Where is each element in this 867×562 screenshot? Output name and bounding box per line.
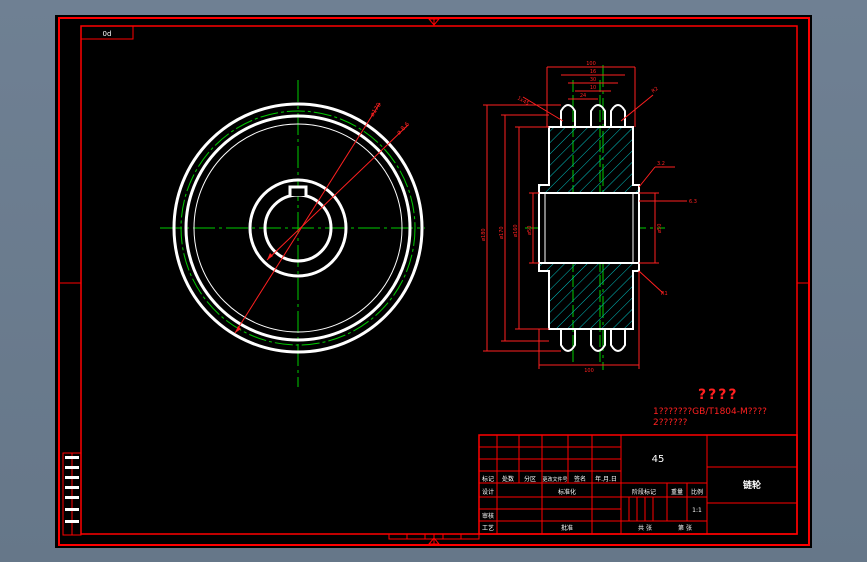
title-label-sign: 签名 (574, 475, 586, 483)
title-label-change: 更改文件号 (542, 476, 567, 483)
dim-dia-bore-right: ø50 (657, 224, 663, 233)
sheet-inner-border (80, 25, 798, 535)
title-standardize: 标准化 (558, 488, 576, 496)
dim-width-top: 100 (586, 61, 596, 67)
dim-leader-outer (234, 102, 381, 334)
title-stage-mark: 阶段标记 (632, 488, 656, 496)
cad-viewport: 0d ø170 ø 8.6 100 16 30 10 24 1x45 R2 3.… (0, 0, 867, 562)
dim-width-mid: 24 (580, 93, 586, 99)
dim-width-top-b: 30 (590, 77, 596, 83)
dim-width-top-inner: 16 (590, 69, 596, 75)
title-scale: 比例 (691, 488, 703, 496)
dim-text-outer: ø170 (369, 101, 383, 118)
dim-dia-root: ø170 (499, 226, 505, 239)
title-label-zone: 分区 (524, 475, 536, 483)
section-hatch-upper (538, 126, 640, 194)
dim-width-bottom: 100 (584, 368, 594, 374)
tooth-bottom-3 (610, 329, 626, 352)
section-bore (538, 192, 640, 264)
section-view[interactable]: 100 16 30 10 24 1x45 R2 3.2 6.3 R1 100 ø… (481, 61, 697, 374)
side-mark-column (62, 452, 82, 536)
dim-text-hub: ø 8.6 (395, 121, 411, 137)
title-part-name: 链轮 (743, 479, 761, 491)
title-sheets: 共 张 (638, 524, 652, 532)
section-hatch-lower (538, 262, 640, 330)
title-design: 设计 (482, 488, 494, 496)
dim-dia-outer: ø180 (481, 228, 487, 241)
dim-arrow-2 (267, 253, 273, 260)
keyway (288, 185, 308, 196)
dim-roughness-1: 3.2 (657, 161, 665, 167)
notes-heading: ???? (698, 387, 738, 403)
sheet-outer-border (58, 17, 810, 546)
title-label-date: 年.月.日 (595, 475, 617, 483)
title-label-count: 处数 (502, 475, 514, 483)
title-process: 工艺 (482, 524, 494, 532)
notes-line-1: 1???????GB/T1804-M???? (653, 407, 767, 417)
title-sheet-of: 第 张 (678, 524, 692, 532)
notes-line-2: 2?????? (653, 418, 688, 428)
drawing-svg: 0d ø170 ø 8.6 100 16 30 10 24 1x45 R2 3.… (58, 17, 810, 546)
corner-code-text: 0d (103, 30, 112, 38)
front-view[interactable]: ø170 ø 8.6 (160, 80, 425, 387)
dim-dia-hub: ø160 (513, 224, 519, 237)
title-weight: 重量 (671, 488, 683, 496)
title-label-mark: 标记 (482, 475, 494, 483)
title-approve: 批准 (561, 524, 573, 532)
dim-dia-bore: ø50 (527, 226, 533, 235)
dim-r-bottom: R1 (661, 291, 668, 297)
dim-roughness-2: 6.3 (689, 199, 697, 205)
drawing-canvas[interactable]: 0d ø170 ø 8.6 100 16 30 10 24 1x45 R2 3.… (55, 15, 812, 548)
dim-leader-hub (266, 124, 409, 261)
title-material: 45 (652, 454, 665, 465)
title-review: 审核 (482, 512, 494, 520)
dim-width-top-c: 10 (590, 85, 596, 91)
tooth-top-3 (610, 104, 626, 127)
dim-r-top: R2 (651, 86, 660, 95)
title-scale-value: 1:1 (692, 507, 702, 514)
